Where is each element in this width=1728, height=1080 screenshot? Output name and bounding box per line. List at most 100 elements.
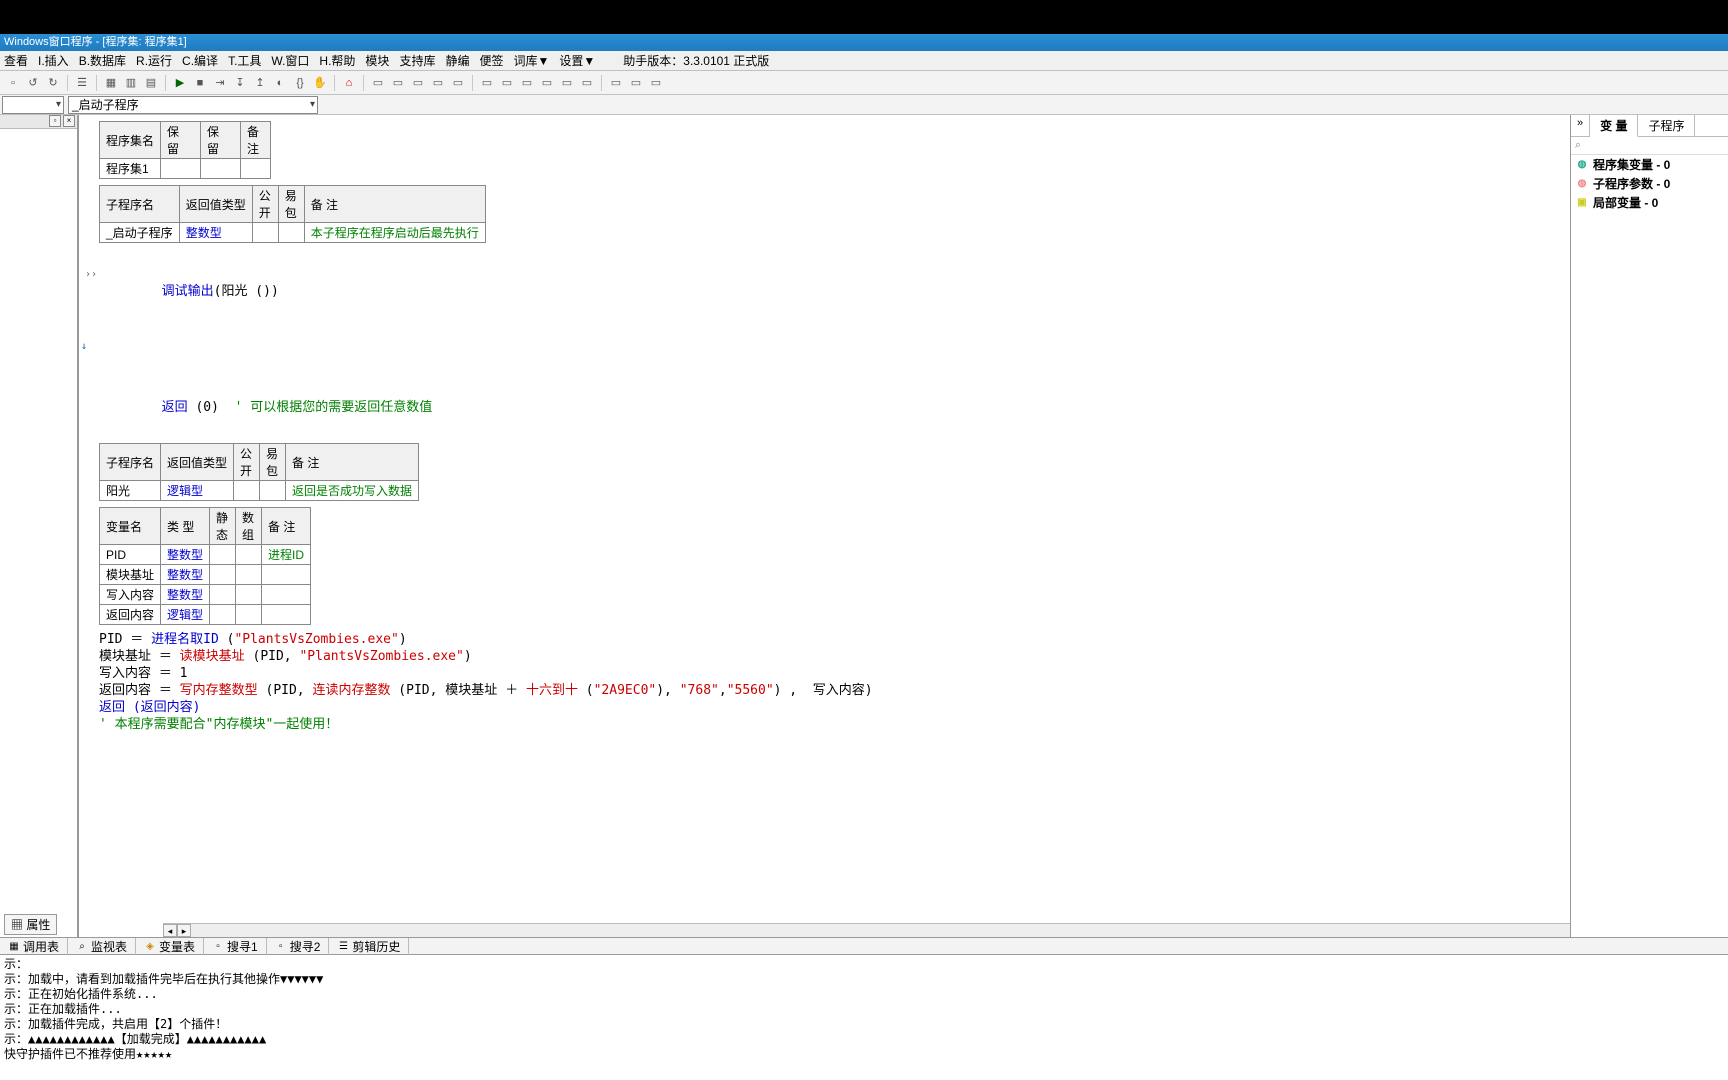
tool-btn-4[interactable]: ☰	[73, 74, 91, 92]
td-r1[interactable]	[161, 159, 201, 179]
td[interactable]	[236, 585, 262, 605]
tool-btn-14[interactable]: {}	[291, 74, 309, 92]
tool-btn-13[interactable]: ◐	[271, 74, 289, 92]
right-search-input[interactable]: ⌕	[1571, 137, 1728, 155]
tree-local-vars[interactable]: ▣局部变量 - 0	[1571, 193, 1728, 212]
td[interactable]: 模块基址	[100, 565, 161, 585]
tool-btn-23[interactable]: ▭	[498, 74, 516, 92]
tool-btn-15[interactable]: ✋	[311, 74, 329, 92]
code-l6-comment[interactable]: ' 本程序需要配合"内存模块"一起使用！	[99, 716, 873, 733]
code-l4[interactable]: 返回内容 ＝ 写内存整数型 (PID, 连读内存整数 (PID, 模块基址 ＋ …	[99, 682, 873, 699]
td-sub-name[interactable]: _启动子程序	[100, 223, 180, 243]
run-button[interactable]: ▶	[171, 74, 189, 92]
tool-btn-27[interactable]: ▭	[578, 74, 596, 92]
expand-panel-button[interactable]: »	[1571, 115, 1590, 136]
bt-calltable[interactable]: ▦调用表	[0, 938, 68, 955]
menu-help[interactable]: H.帮助	[319, 52, 355, 69]
code-line-return-top[interactable]: 返回 (0) ' 可以根据您的需要返回任意数值	[99, 382, 873, 433]
td[interactable]	[236, 605, 262, 625]
tree-progset-var[interactable]: ◍程序集变量 - 0	[1571, 155, 1728, 174]
td[interactable]: PID	[100, 545, 161, 565]
code-l2[interactable]: 模块基址 ＝ 读模块基址 (PID, "PlantsVsZombies.exe"…	[99, 648, 873, 665]
td-easy[interactable]	[278, 223, 304, 243]
properties-tab[interactable]: ▦ 属性	[4, 914, 57, 935]
menu-run[interactable]: R.运行	[136, 52, 172, 69]
td[interactable]	[260, 481, 286, 501]
td[interactable]: 逻辑型	[161, 481, 234, 501]
tool-btn-25[interactable]: ▭	[538, 74, 556, 92]
menu-tools[interactable]: T.工具	[228, 52, 261, 69]
tool-btn-6[interactable]: ▥	[122, 74, 140, 92]
td[interactable]: 返回内容	[100, 605, 161, 625]
td[interactable]	[210, 545, 236, 565]
menu-view[interactable]: 查看	[4, 52, 28, 69]
code-l1[interactable]: PID ＝ 进程名取ID ("PlantsVsZombies.exe")	[99, 631, 873, 648]
td[interactable]	[210, 565, 236, 585]
tool-btn-17[interactable]: ▭	[369, 74, 387, 92]
td[interactable]	[236, 545, 262, 565]
code-editor[interactable]: 程序集名 保 留 保 留 备 注 程序集1 子程序名 返回值类型 公开	[78, 115, 1570, 937]
tool-btn-20[interactable]: ▭	[429, 74, 447, 92]
bt-history[interactable]: ☰剪辑历史	[329, 938, 409, 955]
td[interactable]: 阳光	[100, 481, 161, 501]
menu-compile[interactable]: C.编译	[182, 52, 218, 69]
td[interactable]	[262, 605, 311, 625]
menu-module[interactable]: 模块	[365, 52, 389, 69]
tool-btn-3[interactable]: ↻	[44, 74, 62, 92]
tree-sub-params[interactable]: ◍子程序参数 - 0	[1571, 174, 1728, 193]
output-panel[interactable]: 示： 示：加载中，请看到加载插件完毕后在执行其他操作▼▼▼▼▼▼ 示：正在初始化…	[0, 955, 1728, 1080]
td-progset-name[interactable]: 程序集1	[100, 159, 161, 179]
code-l5[interactable]: 返回 (返回内容)	[99, 699, 873, 716]
tool-btn-30[interactable]: ▭	[647, 74, 665, 92]
tool-btn-1[interactable]: ▫	[4, 74, 22, 92]
tool-btn-16[interactable]: ⌂	[340, 74, 358, 92]
td-remark2[interactable]: 本子程序在程序启动后最先执行	[304, 223, 485, 243]
bt-watch[interactable]: ⌕监视表	[68, 938, 136, 955]
dock-pin-icon[interactable]: ▫	[49, 115, 61, 127]
menu-support[interactable]: 支持库	[399, 52, 435, 69]
dock-close-icon[interactable]: ×	[63, 115, 75, 127]
td-r2[interactable]	[201, 159, 241, 179]
td[interactable]	[262, 585, 311, 605]
td[interactable]	[262, 565, 311, 585]
stop-button[interactable]: ■	[191, 74, 209, 92]
td[interactable]: 写入内容	[100, 585, 161, 605]
editor-hscroll[interactable]: ◂ ▸	[163, 923, 1570, 937]
tool-btn-29[interactable]: ▭	[627, 74, 645, 92]
td[interactable]	[236, 565, 262, 585]
tab-variables[interactable]: 变 量	[1590, 115, 1638, 137]
td[interactable]	[234, 481, 260, 501]
td[interactable]: 整数型	[161, 545, 210, 565]
tab-subroutines[interactable]: 子程序	[1638, 115, 1695, 136]
menu-database[interactable]: B.数据库	[79, 52, 126, 69]
menu-settings[interactable]: 设置▼	[559, 52, 595, 69]
combo-subroutine[interactable]: _启动子程序	[68, 96, 318, 114]
tool-btn-24[interactable]: ▭	[518, 74, 536, 92]
bt-search2[interactable]: ▫搜寻2	[267, 938, 330, 955]
td[interactable]	[210, 605, 236, 625]
td[interactable]: 整数型	[161, 565, 210, 585]
menu-insert[interactable]: I.插入	[38, 52, 69, 69]
td-ret-type[interactable]: 整数型	[179, 223, 252, 243]
code-l3[interactable]: 写入内容 ＝ 1	[99, 665, 873, 682]
menu-static[interactable]: 静编	[445, 52, 469, 69]
td[interactable]: 返回是否成功写入数据	[286, 481, 419, 501]
scroll-left-icon[interactable]: ◂	[163, 924, 177, 937]
tool-btn-28[interactable]: ▭	[607, 74, 625, 92]
step-over-button[interactable]: ⇥	[211, 74, 229, 92]
tool-btn-2[interactable]: ↺	[24, 74, 42, 92]
combo-scope[interactable]	[2, 96, 64, 114]
menu-wordbank[interactable]: 词库▼	[513, 52, 549, 69]
td-public[interactable]	[252, 223, 278, 243]
tool-btn-22[interactable]: ▭	[478, 74, 496, 92]
bt-vars[interactable]: ◈变量表	[136, 938, 204, 955]
tool-btn-5[interactable]: ▦	[102, 74, 120, 92]
tool-btn-19[interactable]: ▭	[409, 74, 427, 92]
td[interactable]	[210, 585, 236, 605]
td[interactable]: 进程ID	[262, 545, 311, 565]
td-remark1[interactable]	[241, 159, 271, 179]
menu-window[interactable]: W.窗口	[271, 52, 309, 69]
step-into-button[interactable]: ↧	[231, 74, 249, 92]
tool-btn-21[interactable]: ▭	[449, 74, 467, 92]
menu-sticky[interactable]: 便签	[479, 52, 503, 69]
